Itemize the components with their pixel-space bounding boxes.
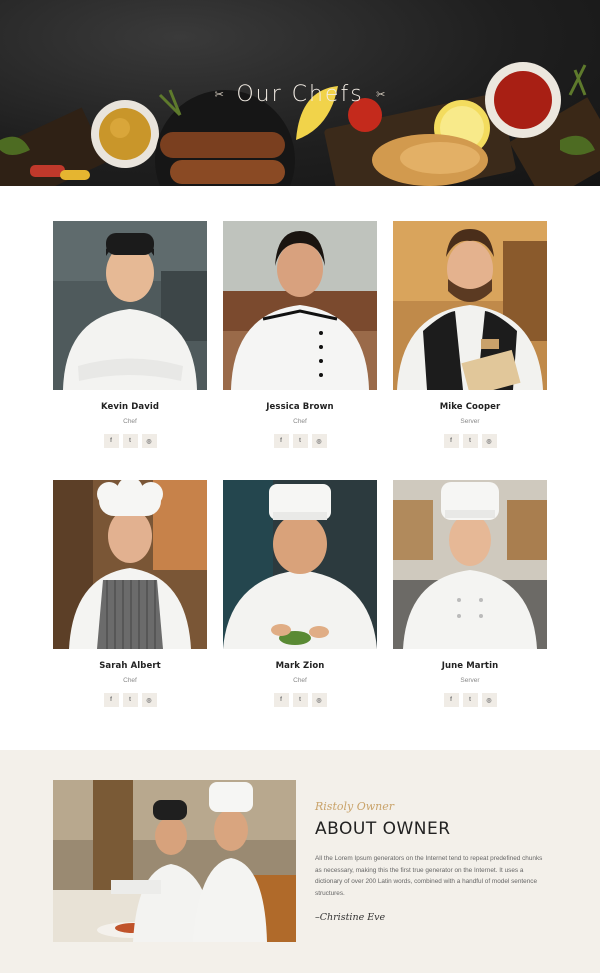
chef-card: Jessica Brown Chef f t ◎ bbox=[223, 221, 377, 448]
owner-photo bbox=[53, 780, 296, 942]
scissors-icon: ✂ bbox=[214, 89, 224, 101]
instagram-icon[interactable]: ◎ bbox=[481, 434, 497, 448]
hero-title-wrap: ✂ Our Chefs ✂ bbox=[0, 82, 600, 107]
chef-photo bbox=[393, 480, 547, 649]
social-links: f t ◎ bbox=[53, 434, 207, 448]
chef-name: June Martin bbox=[441, 661, 499, 671]
hero-banner: ✂ Our Chefs ✂ bbox=[0, 0, 600, 186]
chef-name: Kevin David bbox=[100, 402, 160, 412]
about-owner-section: Ristoly Owner ABOUT OWNER All the Lorem … bbox=[0, 750, 600, 973]
chef-photo bbox=[223, 221, 377, 390]
facebook-icon[interactable]: f bbox=[273, 434, 289, 448]
page-title: Our Chefs bbox=[236, 82, 364, 107]
chef-photo bbox=[53, 480, 207, 649]
facebook-icon[interactable]: f bbox=[103, 434, 119, 448]
chef-role: Chef bbox=[123, 418, 137, 425]
chef-card: Mike Cooper Server f t ◎ bbox=[393, 221, 547, 448]
twitter-icon[interactable]: t bbox=[122, 434, 138, 448]
instagram-icon[interactable]: ◎ bbox=[141, 693, 157, 707]
facebook-icon[interactable]: f bbox=[443, 434, 459, 448]
instagram-icon[interactable]: ◎ bbox=[481, 693, 497, 707]
chef-role: Chef bbox=[293, 418, 307, 425]
facebook-icon[interactable]: f bbox=[273, 693, 289, 707]
social-links: f t ◎ bbox=[223, 434, 377, 448]
twitter-icon[interactable]: t bbox=[462, 434, 478, 448]
chef-name: Jessica Brown bbox=[266, 402, 334, 412]
instagram-icon[interactable]: ◎ bbox=[311, 693, 327, 707]
twitter-icon[interactable]: t bbox=[462, 693, 478, 707]
twitter-icon[interactable]: t bbox=[122, 693, 138, 707]
chef-role: Chef bbox=[123, 677, 137, 684]
chef-role: Server bbox=[460, 418, 480, 425]
facebook-icon[interactable]: f bbox=[103, 693, 119, 707]
chef-name: Mark Zion bbox=[275, 661, 325, 671]
chef-card: Mark Zion Chef f t ◎ bbox=[223, 480, 377, 707]
chef-role: Server bbox=[460, 677, 480, 684]
scissors-icon: ✂ bbox=[376, 89, 386, 101]
chef-role: Chef bbox=[293, 677, 307, 684]
owner-heading: ABOUT OWNER bbox=[315, 819, 451, 839]
owner-signature: –Christine Eve bbox=[315, 912, 386, 923]
owner-text-block: Ristoly Owner ABOUT OWNER All the Lorem … bbox=[315, 800, 550, 923]
chef-name: Mike Cooper bbox=[439, 402, 501, 412]
chef-photo bbox=[393, 221, 547, 390]
owner-description: All the Lorem Ipsum generators on the In… bbox=[315, 855, 543, 897]
chef-photo bbox=[53, 221, 207, 390]
twitter-icon[interactable]: t bbox=[292, 434, 308, 448]
facebook-icon[interactable]: f bbox=[443, 693, 459, 707]
owner-script-label: Ristoly Owner bbox=[315, 800, 395, 813]
instagram-icon[interactable]: ◎ bbox=[141, 434, 157, 448]
social-links: f t ◎ bbox=[53, 693, 207, 707]
chef-card: Sarah Albert Chef f t ◎ bbox=[53, 480, 207, 707]
twitter-icon[interactable]: t bbox=[292, 693, 308, 707]
social-links: f t ◎ bbox=[393, 693, 547, 707]
chef-card: June Martin Server f t ◎ bbox=[393, 480, 547, 707]
social-links: f t ◎ bbox=[223, 693, 377, 707]
social-links: f t ◎ bbox=[393, 434, 547, 448]
chef-name: Sarah Albert bbox=[99, 661, 161, 671]
instagram-icon[interactable]: ◎ bbox=[311, 434, 327, 448]
chef-card: Kevin David Chef f t ◎ bbox=[53, 221, 207, 448]
chef-photo bbox=[223, 480, 377, 649]
